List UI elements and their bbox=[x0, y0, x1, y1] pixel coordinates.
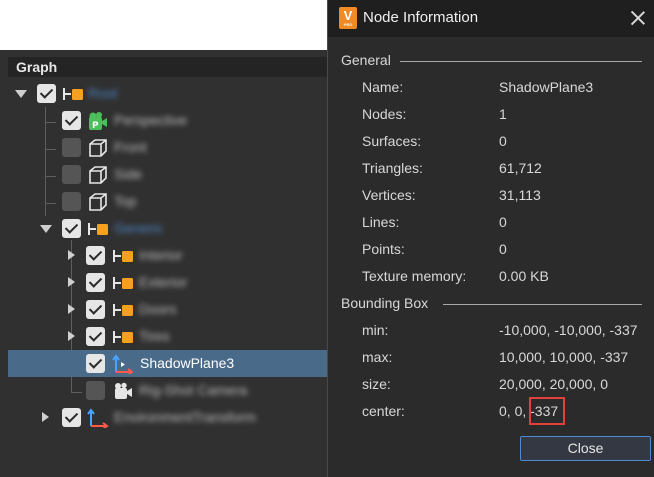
tree-row-root[interactable]: Root bbox=[8, 80, 330, 107]
tree-row-shadowplane3[interactable]: ShadowPlane3 bbox=[8, 350, 330, 377]
ortho-view-icon bbox=[89, 193, 107, 211]
info-key-triangles: Triangles: bbox=[362, 160, 423, 176]
visibility-checkbox[interactable] bbox=[62, 192, 81, 211]
visibility-checkbox[interactable] bbox=[62, 408, 81, 427]
group-node-icon bbox=[113, 250, 133, 262]
bbox-key-center: center: bbox=[362, 403, 405, 419]
tree-row-environment-transform[interactable]: EnvironmentTransform bbox=[8, 404, 330, 431]
tree-item-label: Root bbox=[88, 85, 118, 101]
app-logo-edition: PRO bbox=[343, 22, 353, 27]
collapsed-arrow-icon[interactable] bbox=[42, 412, 49, 422]
info-key-points: Points: bbox=[362, 241, 405, 257]
collapsed-arrow-icon[interactable] bbox=[68, 331, 75, 341]
visibility-checkbox[interactable] bbox=[86, 327, 105, 346]
node-information-dialog: V PRO Node Information General Name: Sha… bbox=[327, 0, 654, 477]
tree-item-label: Generic bbox=[114, 220, 164, 236]
bbox-value-min: -10,000, -10,000, -337 bbox=[499, 322, 638, 338]
expand-arrow-icon[interactable] bbox=[40, 225, 52, 233]
info-value-vertices: 31,113 bbox=[499, 187, 541, 203]
collapsed-arrow-icon[interactable] bbox=[68, 304, 75, 314]
tree-row-rig-shot-camera[interactable]: Rig-Shot Camera bbox=[8, 377, 330, 404]
info-value-texture-memory: 0.00 KB bbox=[499, 268, 549, 284]
info-value-nodes: 1 bbox=[499, 106, 507, 122]
info-value-name: ShadowPlane3 bbox=[499, 79, 594, 95]
tree-row-interior[interactable]: Interior bbox=[8, 242, 330, 269]
bbox-key-min: min: bbox=[362, 322, 389, 338]
collapsed-arrow-icon[interactable] bbox=[68, 277, 75, 287]
section-bounding-box-label: Bounding Box bbox=[341, 295, 429, 311]
info-value-lines: 0 bbox=[499, 214, 507, 230]
dialog-titlebar[interactable]: V PRO Node Information bbox=[328, 0, 654, 37]
tree-row-side[interactable]: Side bbox=[8, 161, 330, 188]
ortho-view-icon bbox=[89, 166, 107, 184]
tree-row-generic[interactable]: Generic bbox=[8, 215, 330, 242]
group-node-icon bbox=[63, 88, 83, 100]
dialog-title: Node Information bbox=[363, 9, 479, 26]
tree-row-top[interactable]: Top bbox=[8, 188, 330, 215]
close-button[interactable]: Close bbox=[520, 436, 651, 461]
tree-item-label: Doors bbox=[139, 301, 177, 317]
bbox-key-size: size: bbox=[362, 376, 391, 392]
tree-row-front[interactable]: Front bbox=[8, 134, 330, 161]
info-key-name: Name: bbox=[362, 79, 404, 95]
svg-text:P: P bbox=[92, 121, 99, 131]
tree-row-exterior[interactable]: Exterior bbox=[8, 269, 330, 296]
visibility-checkbox[interactable] bbox=[86, 246, 105, 265]
visibility-checkbox[interactable] bbox=[37, 84, 56, 103]
tree-item-label: EnvironmentTransform bbox=[114, 409, 256, 425]
collapsed-arrow-icon[interactable] bbox=[68, 250, 75, 260]
group-node-icon bbox=[88, 223, 108, 235]
bbox-key-max: max: bbox=[362, 349, 393, 365]
group-node-icon bbox=[113, 304, 133, 316]
group-node-icon bbox=[113, 277, 133, 289]
info-value-points: 0 bbox=[499, 241, 507, 257]
visibility-checkbox[interactable] bbox=[86, 273, 105, 292]
tree-item-label: Top bbox=[114, 193, 137, 209]
visibility-checkbox[interactable] bbox=[62, 219, 81, 238]
info-key-nodes: Nodes: bbox=[362, 106, 407, 122]
section-general-label: General bbox=[341, 52, 391, 68]
bbox-value-max: 10,000, 10,000, -337 bbox=[499, 349, 629, 365]
app-logo-icon: V PRO bbox=[339, 7, 357, 29]
info-key-vertices: Vertices: bbox=[362, 187, 416, 203]
camera-icon bbox=[115, 382, 132, 399]
tree-item-label: Side bbox=[114, 166, 143, 182]
visibility-checkbox[interactable] bbox=[86, 300, 105, 319]
expand-arrow-icon[interactable] bbox=[15, 90, 27, 98]
section-divider bbox=[443, 304, 642, 305]
camera-perspective-icon: P bbox=[89, 112, 107, 131]
tree-item-label: Exterior bbox=[139, 274, 188, 290]
visibility-checkbox[interactable] bbox=[62, 111, 81, 130]
group-node-icon bbox=[113, 331, 133, 343]
close-icon[interactable] bbox=[629, 9, 647, 27]
info-key-surfaces: Surfaces: bbox=[362, 133, 422, 149]
visibility-checkbox[interactable] bbox=[86, 381, 105, 400]
section-divider bbox=[400, 61, 642, 62]
tree-item-label: Tires bbox=[139, 328, 170, 344]
transform-node-icon bbox=[87, 408, 109, 428]
tree-item-label: Interior bbox=[139, 247, 183, 263]
tree-row-doors[interactable]: Doors bbox=[8, 296, 330, 323]
info-key-lines: Lines: bbox=[362, 214, 400, 230]
graph-panel-title: Graph bbox=[8, 57, 330, 77]
tree-row-tires[interactable]: Tires bbox=[8, 323, 330, 350]
highlight-annotation-box bbox=[529, 397, 565, 425]
ortho-view-icon bbox=[89, 139, 107, 157]
tree-item-label: Front bbox=[114, 139, 147, 155]
bbox-value-size: 20,000, 20,000, 0 bbox=[499, 376, 608, 392]
info-value-triangles: 61,712 bbox=[499, 160, 542, 176]
tree-row-perspective[interactable]: P Perspective bbox=[8, 107, 330, 134]
visibility-checkbox[interactable] bbox=[62, 138, 81, 157]
info-value-surfaces: 0 bbox=[499, 133, 507, 149]
tree-item-label: Perspective bbox=[114, 112, 188, 128]
visibility-checkbox[interactable] bbox=[86, 354, 105, 373]
tree-item-label: Rig-Shot Camera bbox=[139, 382, 248, 398]
visibility-checkbox[interactable] bbox=[62, 165, 81, 184]
tree-item-label: ShadowPlane3 bbox=[140, 355, 235, 371]
graph-panel: Graph Root P Perspective Front Side Top … bbox=[0, 50, 330, 477]
info-key-texture-memory: Texture memory: bbox=[362, 268, 467, 284]
transform-node-icon bbox=[112, 354, 134, 374]
